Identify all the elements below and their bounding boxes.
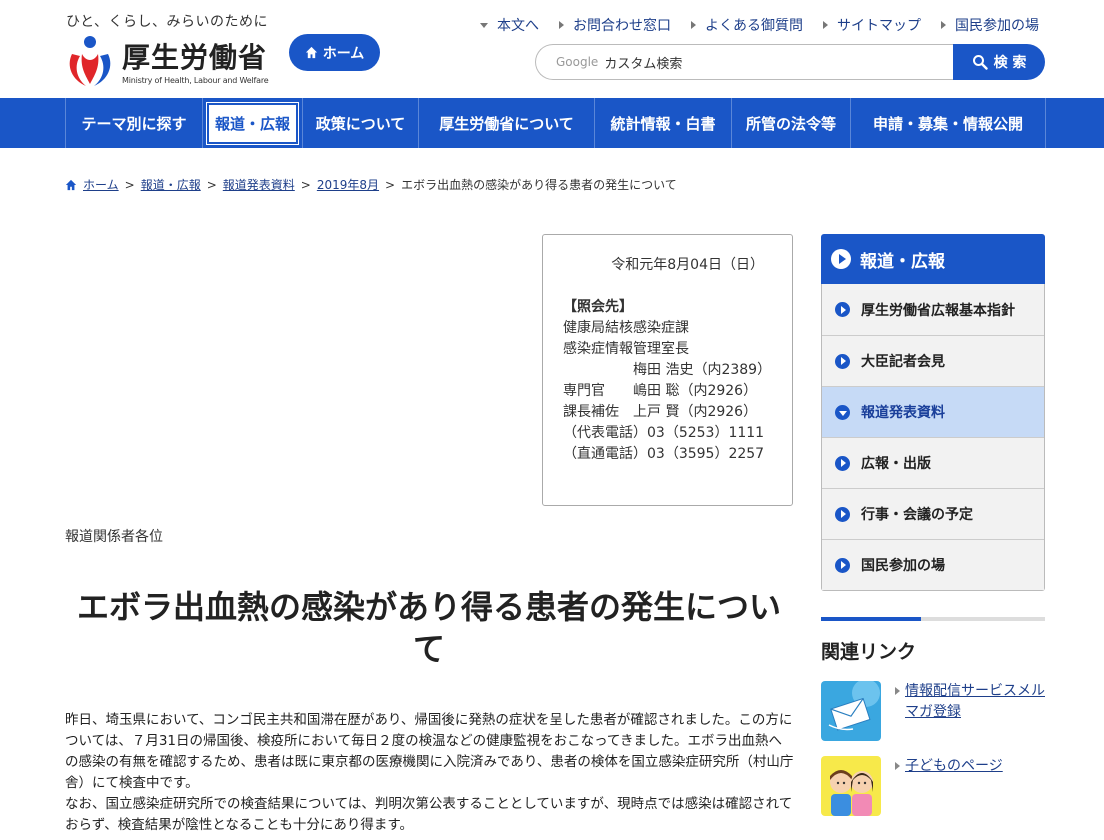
- mail-envelope-icon: [821, 681, 881, 741]
- related-link-kids-page[interactable]: 子どものページ: [821, 756, 1045, 816]
- home-icon: [305, 46, 317, 59]
- article-paragraph: 昨日、埼玉県において、コンゴ民主共和国滞在歴があり、帰国後に発熱の症状を呈した患…: [65, 712, 794, 791]
- search-brand: Google: [556, 55, 599, 69]
- play-circle-icon: [831, 249, 851, 269]
- search-button-label: 検 索: [993, 55, 1027, 71]
- children-illustration-icon: [821, 756, 881, 816]
- home-icon: [65, 179, 77, 190]
- contact-line: 健康局結核感染症課: [563, 320, 689, 336]
- sidebar-item-publications[interactable]: 広報・出版: [822, 437, 1044, 488]
- contact-line: 感染症情報管理室長: [563, 341, 689, 357]
- breadcrumb: ホーム > 報道・広報 > 報道発表資料 > 2019年8月 > エボラ出血熱の…: [65, 176, 677, 193]
- play-circle-icon: [835, 302, 850, 317]
- triangle-right-icon: [559, 21, 564, 29]
- gnav-item-policy[interactable]: 政策について: [303, 98, 419, 148]
- play-circle-icon: [835, 557, 850, 573]
- gnav-item-about[interactable]: 厚生労働省について: [419, 98, 595, 148]
- breadcrumb-separator: >: [300, 177, 311, 192]
- breadcrumb-separator: >: [385, 177, 396, 192]
- related-links-title: 関連リンク: [821, 641, 917, 663]
- contact-info-box: 令和元年8月04日（日） 【照会先】 健康局結核感染症課 感染症情報管理室長 梅…: [542, 234, 793, 506]
- chevron-down-circle-icon: [835, 404, 850, 420]
- gnav-item-laws[interactable]: 所管の法令等: [732, 98, 851, 148]
- sidebar-item-participation[interactable]: 国民参加の場: [822, 539, 1044, 590]
- related-link-mail-magazine[interactable]: 情報配信サービスメルマガ登録: [821, 681, 1045, 741]
- breadcrumb-home[interactable]: ホーム: [83, 176, 119, 193]
- util-link-skip-to-content[interactable]: 本文へ: [480, 15, 539, 35]
- related-link-label: 子どものページ: [895, 756, 1003, 816]
- sidebar-item-minister-press[interactable]: 大臣記者会見: [822, 335, 1044, 386]
- triangle-right-icon: [823, 21, 828, 29]
- sidebar-heading[interactable]: 報道・広報: [821, 234, 1045, 284]
- contact-heading: 【照会先】: [563, 299, 633, 315]
- gnav-item-themes[interactable]: テーマ別に探す: [66, 98, 203, 148]
- sidebar-item-press-releases[interactable]: 報道発表資料: [822, 386, 1044, 437]
- contact-line: （代表電話）03（5253）1111: [563, 425, 765, 441]
- utility-nav: 本文へ お問合わせ窓口 よくある御質問 サイトマップ 国民参加の場: [480, 15, 1039, 35]
- gnav-item-press[interactable]: 報道・広報: [203, 98, 303, 148]
- util-link-participation[interactable]: 国民参加の場: [941, 15, 1039, 35]
- contact-line: （直通電話）03（3595）2257: [563, 446, 765, 462]
- sidebar-menu: 報道・広報 厚生労働省広報基本指針 大臣記者会見 報道発表資料 広報・出版 行事…: [821, 234, 1045, 591]
- play-circle-icon: [835, 455, 850, 471]
- release-date: 令和元年8月04日（日）: [611, 257, 764, 273]
- article-body: 昨日、埼玉県において、コンゴ民主共和国滞在歴があり、帰国後に発熱の症状を呈した患…: [65, 710, 795, 836]
- global-nav: テーマ別に探す 報道・広報 政策について 厚生労働省について 統計情報・白書 所…: [0, 98, 1104, 148]
- logo-english-name: Ministry of Health, Labour and Welfare: [122, 76, 269, 85]
- breadcrumb-separator: >: [124, 177, 135, 192]
- search-placeholder: カスタム検索: [604, 56, 683, 72]
- related-link-label: 情報配信サービスメルマガ登録: [895, 681, 1045, 741]
- home-button-label: ホーム: [322, 45, 365, 62]
- triangle-down-icon: [480, 22, 488, 28]
- sidebar-item-events[interactable]: 行事・会議の予定: [822, 488, 1044, 539]
- gnav-item-statistics[interactable]: 統計情報・白書: [595, 98, 732, 148]
- site-header: ひと、くらし、みらいのために 厚生労働省 Ministry of Health,…: [0, 0, 1104, 98]
- gnav-item-applications[interactable]: 申請・募集・情報公開: [851, 98, 1046, 148]
- util-link-faq[interactable]: よくある御質問: [691, 15, 803, 35]
- breadcrumb-separator: >: [206, 177, 217, 192]
- search-button[interactable]: 検 索: [953, 44, 1045, 80]
- ministry-logo-icon: [69, 36, 111, 86]
- site-search: Google カスタム検索 検 索: [535, 44, 1045, 80]
- play-circle-icon: [835, 506, 850, 522]
- home-button[interactable]: ホーム: [289, 34, 380, 71]
- tagline: ひと、くらし、みらいのために: [66, 14, 269, 30]
- search-input[interactable]: Google カスタム検索: [535, 44, 955, 80]
- contact-line: 課長補佐 上戸 賢（内2926）: [563, 404, 758, 420]
- sidebar-item-pr-policy[interactable]: 厚生労働省広報基本指針: [822, 284, 1044, 335]
- breadcrumb-month[interactable]: 2019年8月: [317, 176, 379, 193]
- article-title: エボラ出血熱の感染があり得る患者の発生について: [76, 588, 781, 668]
- contact-line: 専門官 嶋田 聡（内2926）: [563, 383, 758, 399]
- triangle-right-icon: [691, 21, 696, 29]
- logo-name: 厚生労働省: [122, 41, 268, 74]
- related-links: 関連リンク 情報配信サービスメルマガ登録 子どものページ: [821, 617, 1045, 816]
- section-divider: [821, 617, 1045, 621]
- search-icon: [972, 55, 988, 70]
- play-circle-icon: [835, 353, 850, 369]
- breadcrumb-current: エボラ出血熱の感染があり得る患者の発生について: [401, 178, 677, 192]
- util-link-sitemap[interactable]: サイトマップ: [823, 15, 921, 35]
- util-link-contact[interactable]: お問合わせ窓口: [559, 15, 671, 35]
- breadcrumb-press[interactable]: 報道・広報: [141, 176, 201, 193]
- recipients: 報道関係者各位: [65, 529, 163, 545]
- breadcrumb-press-releases[interactable]: 報道発表資料: [223, 176, 295, 193]
- article-paragraph: なお、国立感染症研究所での検査結果については、判明次第公表することとしていますが…: [65, 796, 793, 833]
- triangle-right-icon: [941, 21, 946, 29]
- site-logo[interactable]: 厚生労働省 Ministry of Health, Labour and Wel…: [64, 32, 274, 90]
- contact-line: 梅田 浩史（内2389）: [563, 362, 772, 378]
